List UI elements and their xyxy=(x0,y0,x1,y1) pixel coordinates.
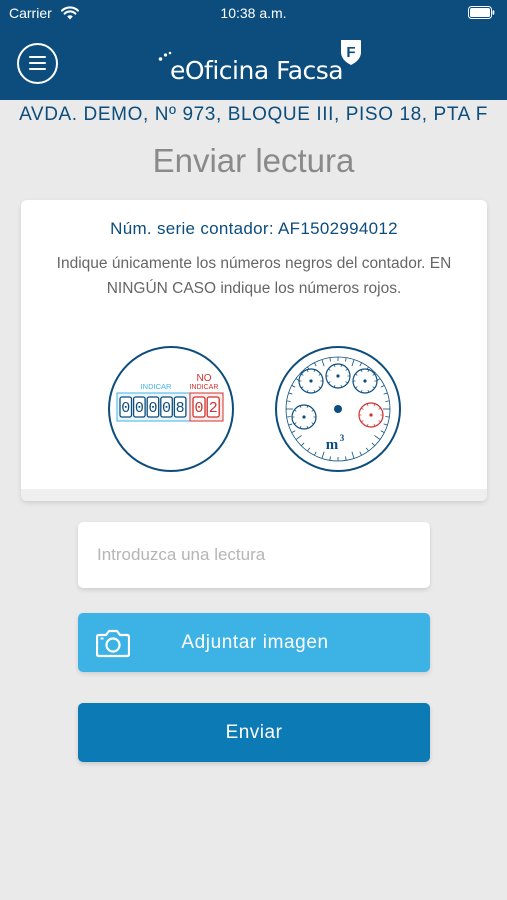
digital-meter-illustration: INDICAR NO INDICAR 00008 02 xyxy=(108,346,234,472)
meter-serial-number: Núm. serie contador: AF1502994012 xyxy=(110,219,398,238)
sub-dial-center xyxy=(369,413,373,417)
black-digit: 0 xyxy=(148,400,157,417)
sub-dial-center xyxy=(363,379,367,383)
black-digit-group: 00008 xyxy=(119,396,187,418)
submit-button[interactable]: Enviar xyxy=(78,703,430,762)
logo-badge-icon: F xyxy=(341,40,361,65)
supply-address: AVDA. DEMO, Nº 973, BLOQUE III, PISO 18,… xyxy=(19,104,488,125)
dial-center xyxy=(334,405,342,413)
clock: 10:38 a.m. xyxy=(220,5,287,21)
no-indicate-label-2: INDICAR xyxy=(190,384,219,391)
meter-info-card: Núm. serie contador: AF1502994012 Indiqu… xyxy=(21,200,487,501)
hamburger-icon-line xyxy=(29,62,46,64)
sub-dial-center xyxy=(302,415,306,419)
hamburger-icon-line xyxy=(29,68,46,70)
battery-icon xyxy=(468,6,495,19)
header: eOficina Facsa F xyxy=(0,26,507,100)
menu-button[interactable] xyxy=(17,43,58,84)
indicate-label: INDICAR xyxy=(141,382,172,391)
hamburger-icon xyxy=(29,56,46,58)
status-bar: Carrier 10:38 a.m. xyxy=(0,0,507,26)
unit-label: m xyxy=(326,437,339,453)
black-digit: 0 xyxy=(121,400,130,417)
reading-input[interactable] xyxy=(78,522,430,588)
attach-image-label: Adjuntar imagen xyxy=(181,632,329,653)
no-indicate-label: NO xyxy=(197,373,212,384)
card-footer xyxy=(21,489,487,501)
dial-meter-illustration: m 3 xyxy=(275,346,401,472)
brand-logo: eOficina Facsa F xyxy=(158,36,368,92)
reading-instruction: Indique únicamente los números negros de… xyxy=(56,255,452,297)
page-title: Enviar lectura xyxy=(152,142,355,179)
unit-exponent: 3 xyxy=(340,433,345,443)
black-digit: 0 xyxy=(162,400,171,417)
attach-image-button[interactable]: Adjuntar imagen xyxy=(78,613,430,672)
red-digit: 0 xyxy=(194,400,203,417)
black-digit: 0 xyxy=(135,400,144,417)
logo-badge-letter: F xyxy=(346,44,355,61)
sub-dial-center xyxy=(309,379,313,383)
red-digit: 2 xyxy=(209,400,218,417)
brand-name: eOficina Facsa xyxy=(170,56,344,85)
black-digit: 8 xyxy=(176,400,185,417)
sub-dial-center xyxy=(336,374,340,378)
